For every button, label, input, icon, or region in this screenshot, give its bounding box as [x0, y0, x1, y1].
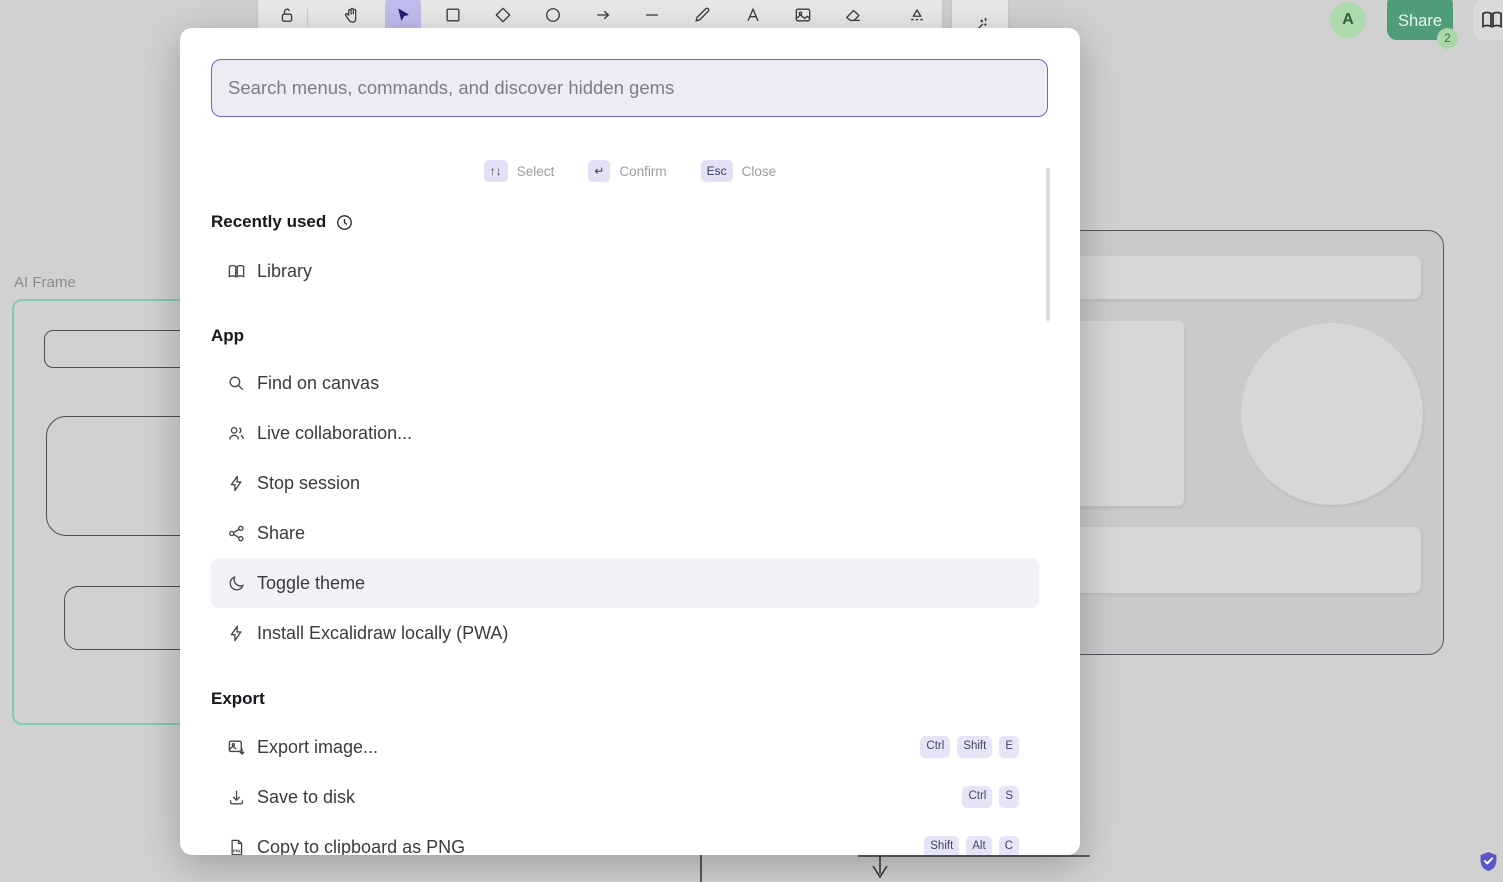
library-toggle-button[interactable]	[1473, 0, 1503, 40]
palette-item-find-on-canvas[interactable]: Find on canvas	[211, 358, 1039, 408]
command-palette-dialog: ↑↓ Select ↵ Confirm Esc Close Recently u…	[180, 28, 1080, 855]
section-recently-used: Recently used	[211, 212, 354, 232]
palette-item-install-pwa[interactable]: Install Excalidraw locally (PWA)	[211, 608, 1039, 658]
palette-item-share[interactable]: Share	[211, 508, 1039, 558]
dialog-scrollbar[interactable]	[1046, 168, 1050, 321]
bolt-icon	[227, 474, 246, 493]
esc-key-badge: Esc	[701, 160, 733, 182]
share-collaborator-badge: 2	[1437, 28, 1458, 49]
svg-text:PNG: PNG	[233, 848, 243, 853]
palette-item-copy-png[interactable]: PNG Copy to clipboard as PNG Shift Alt C	[211, 822, 1039, 855]
shortcut-keys: Ctrl Shift E	[920, 736, 1019, 758]
history-clock-icon	[335, 213, 354, 232]
command-search-input[interactable]	[211, 59, 1048, 117]
section-export: Export	[211, 689, 265, 709]
enter-key-badge: ↵	[588, 160, 610, 182]
shortcut-keys: Shift Alt C	[924, 836, 1019, 855]
palette-item-toggle-theme[interactable]: Toggle theme	[211, 558, 1039, 608]
palette-item-export-image[interactable]: Export image... Ctrl Shift E	[211, 722, 1039, 772]
palette-item-stop-session[interactable]: Stop session	[211, 458, 1039, 508]
image-export-icon	[227, 738, 246, 757]
section-app: App	[211, 326, 244, 346]
avatar[interactable]: A	[1330, 2, 1366, 38]
share-network-icon	[227, 524, 246, 543]
search-icon	[227, 374, 246, 393]
moon-icon	[227, 574, 246, 593]
file-png-icon: PNG	[227, 838, 246, 856]
palette-item-save-to-disk[interactable]: Save to disk Ctrl S	[211, 772, 1039, 822]
bolt-icon	[227, 624, 246, 643]
frame-label: AI Frame	[14, 274, 76, 291]
book-icon	[227, 262, 246, 281]
users-icon	[227, 424, 246, 443]
arrows-key-badge: ↑↓	[484, 160, 508, 182]
shield-check-icon[interactable]	[1479, 851, 1498, 872]
palette-item-live-collaboration[interactable]: Live collaboration...	[211, 408, 1039, 458]
palette-item-library[interactable]: Library	[211, 246, 1039, 296]
book-icon	[1480, 8, 1503, 32]
download-icon	[227, 788, 246, 807]
wireframe-circle	[1241, 323, 1423, 505]
shortcut-keys: Ctrl S	[962, 786, 1019, 808]
app-window: AI Frame	[0, 0, 1503, 882]
keyboard-hints: ↑↓ Select ↵ Confirm Esc Close	[180, 160, 1080, 182]
